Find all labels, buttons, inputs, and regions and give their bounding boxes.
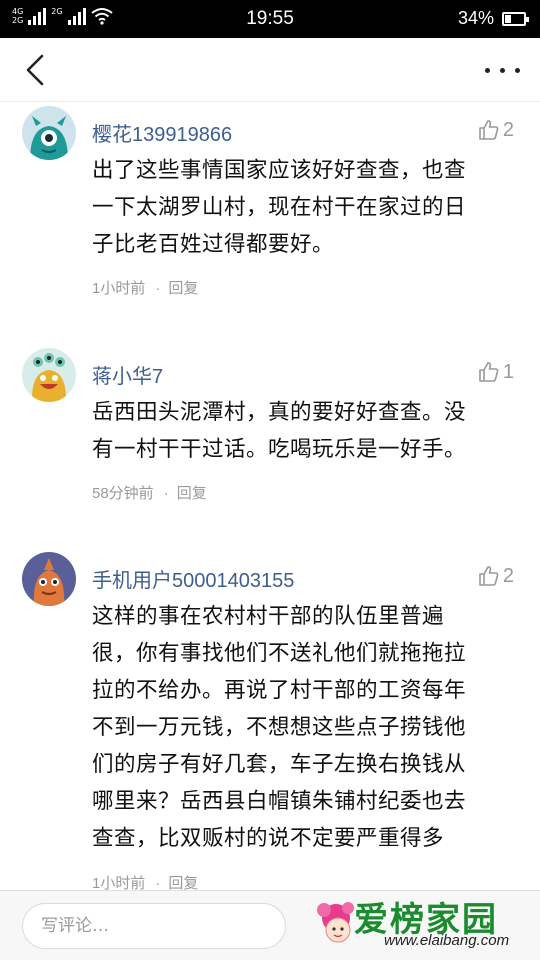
reply-button[interactable]: 回复 (168, 280, 198, 297)
like-count: 1 (502, 360, 514, 383)
comment-meta: 1小时前 · 回复 (92, 875, 199, 890)
comment-line: 出了这些事情国家应该好好查查，也查 (92, 158, 467, 183)
watermark-logo: 爱榜家园 www.elaibang.com (314, 892, 528, 956)
comment-line: 这样的事在农村村干部的队伍里普遍 (92, 604, 445, 629)
thumbs-up-icon (479, 120, 499, 140)
comment-line: 查查，比双贩村的说不定要严重得多 (92, 826, 445, 851)
nav-bar (0, 38, 540, 102)
comment-time: 1小时前 (92, 280, 146, 297)
comment-line: 有一村干干过话。吃喝玩乐是一好手。 (92, 437, 467, 462)
comment-item: 手机用户50001403155 2 这样的事在农村村干部的队伍里普遍 很，你有事… (0, 548, 540, 890)
comment-line: 一下太湖罗山村，现在村干在家过的日 (92, 195, 467, 220)
comment-username[interactable]: 手机用户50001403155 (92, 564, 294, 593)
like-button[interactable]: 1 (477, 360, 514, 384)
comment-line: 拉的不给办。再说了村干部的工资每年 (92, 678, 467, 703)
thumbs-up-icon (479, 566, 499, 586)
like-count: 2 (502, 118, 514, 141)
battery-icon (502, 11, 529, 26)
comment-meta: 1小时前 · 回复 (92, 280, 199, 297)
reply-button[interactable]: 回复 (177, 485, 207, 502)
battery-group: 34% (457, 8, 529, 29)
comment-line: 们的房子有好几套，车子左换右换钱从 (92, 752, 467, 777)
comment-item: 樱花139919866 2 出了这些事情国家应该好好查查，也查 一下太湖罗山村，… (0, 102, 540, 312)
comment-line: 哪里来？岳西县白帽镇朱铺村纪委也去 (92, 789, 467, 814)
watermark-url: www.elaibang.com (384, 932, 510, 949)
avatar[interactable] (22, 106, 76, 160)
comment-item: 蒋小华7 1 岳西田头泥潭村，真的要好好查查。没 有一村干干过话。吃喝玩乐是一好… (0, 342, 540, 512)
comment-username[interactable]: 蒋小华7 (92, 360, 163, 389)
avatar[interactable] (22, 348, 76, 402)
comment-line: 子比老百姓过得都要好。 (92, 232, 335, 257)
comment-line: 很，你有事找他们不送礼他们就拖拖拉 (92, 641, 467, 666)
comment-username[interactable]: 樱花139919866 (92, 118, 232, 147)
comment-text: 这样的事在农村村干部的队伍里普遍 很，你有事找他们不送礼他们就拖拖拉 拉的不给办… (92, 598, 512, 857)
like-button[interactable]: 2 (477, 564, 514, 588)
battery-percent: 34% (457, 8, 494, 28)
like-button[interactable]: 2 (477, 118, 514, 142)
comment-line: 不到一万元钱，不想想这些点子捞钱他 (92, 715, 467, 740)
status-bar: 4G 2G 2G 19:55 34% (0, 0, 540, 38)
comment-line: 岳西田头泥潭村，真的要好好查查。没 (92, 400, 467, 425)
comment-time: 1小时前 (92, 875, 146, 890)
back-arrow-icon[interactable] (22, 52, 52, 88)
reply-button[interactable]: 回复 (168, 875, 198, 890)
like-count: 2 (502, 564, 514, 587)
thumbs-up-icon (479, 362, 499, 382)
comment-time: 58分钟前 (92, 485, 154, 502)
avatar[interactable] (22, 552, 76, 606)
comment-text: 岳西田头泥潭村，真的要好好查查。没 有一村干干过话。吃喝玩乐是一好手。 (92, 394, 512, 468)
more-options-icon[interactable] (485, 68, 520, 73)
comment-list: 樱花139919866 2 出了这些事情国家应该好好查查，也查 一下太湖罗山村，… (0, 102, 540, 890)
comment-text: 出了这些事情国家应该好好查查，也查 一下太湖罗山村，现在村干在家过的日 子比老百… (92, 152, 512, 263)
comment-meta: 58分钟前 · 回复 (92, 485, 207, 502)
comment-input[interactable]: 写评论… (22, 903, 286, 949)
